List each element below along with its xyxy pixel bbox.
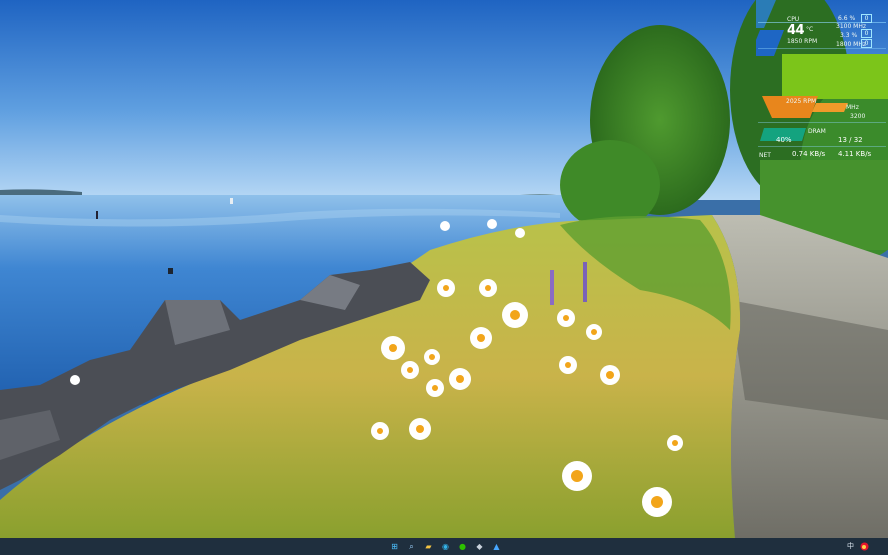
network-upload: 0.74 KB/s	[792, 150, 826, 158]
edge-browser-icon[interactable]: ◉	[440, 541, 451, 552]
game-app-icon[interactable]: ◆	[474, 541, 485, 552]
weibo-icon[interactable]	[860, 541, 869, 555]
start-icon[interactable]: ⊞	[389, 541, 400, 552]
monitor-indicator: 0	[861, 39, 872, 48]
dram-percent: 40%	[776, 136, 792, 144]
paddleboarder	[96, 211, 98, 219]
monitor-indicator: 0	[861, 14, 872, 23]
memory-clock-unit: MHz	[846, 104, 859, 111]
cpu-load: 6.6 %	[838, 15, 856, 22]
memory-speed: 3200	[850, 113, 866, 120]
lupine-stem	[550, 270, 554, 305]
cpu-temperature: 44	[787, 23, 805, 38]
memory-fan-speed: 2025 RPM	[786, 98, 817, 105]
gpu-load: 3.3 %	[840, 32, 858, 39]
system-monitor-widget: CPU 44 °C 6.6 % 3100 MHz 1850 RPM 3.3 % …	[756, 0, 888, 165]
search-icon[interactable]: ⌕	[406, 541, 417, 552]
lupine-stem	[583, 262, 587, 302]
file-explorer-icon[interactable]: ▰	[423, 541, 434, 552]
photos-app-icon[interactable]: ▲	[491, 541, 502, 552]
cpu-temperature-unit: °C	[806, 26, 814, 33]
network-download: 4.11 KB/s	[838, 150, 872, 158]
network-label: NET	[759, 152, 771, 159]
cpu-fan-speed: 1850 RPM	[787, 38, 818, 45]
buoy	[168, 268, 173, 274]
taskbar: ⊞ ⌕ ▰ ◉ ● ◆ ▲ 中	[0, 538, 888, 555]
dram-label: DRAM	[808, 128, 826, 135]
monitor-indicator: 0	[861, 29, 872, 38]
input-method-indicator[interactable]: 中	[847, 541, 854, 552]
wechat-icon[interactable]: ●	[457, 541, 468, 552]
sailboat	[230, 198, 233, 204]
cpu-label: CPU	[787, 16, 800, 23]
desktop-wallpaper	[0, 0, 888, 538]
dram-usage: 13 / 32	[838, 136, 863, 144]
